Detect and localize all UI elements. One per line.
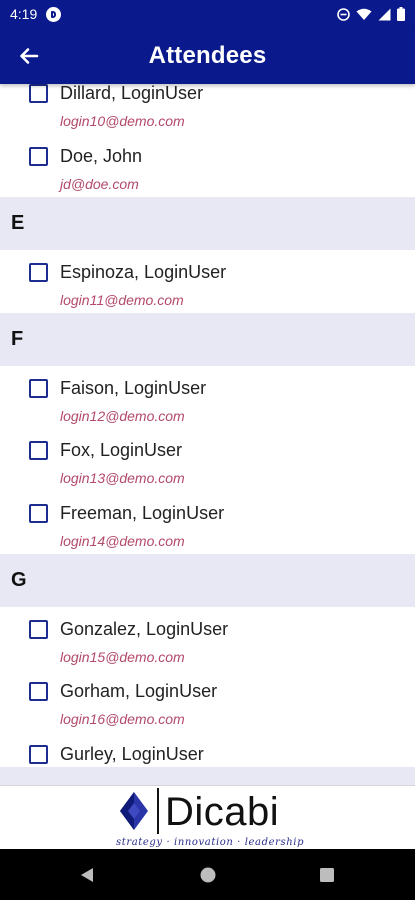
attendee-checkbox[interactable] (29, 84, 48, 103)
attendee-checkbox[interactable] (29, 620, 48, 639)
attendee-checkbox[interactable] (29, 441, 48, 460)
attendee-name: Dillard, LoginUser (60, 84, 204, 103)
attendee-checkbox[interactable] (29, 263, 48, 282)
section-header: F (0, 313, 415, 366)
attendee-email: login12@demo.com (60, 408, 185, 424)
system-nav-bar (0, 849, 415, 900)
section-header (0, 767, 415, 785)
attendee-checkbox[interactable] (29, 745, 48, 764)
attendee-name: Doe, John (60, 146, 143, 166)
attendee-name: Espinoza, LoginUser (60, 262, 227, 282)
attendee-row[interactable]: Gorham, LoginUser login16@demo.com (0, 681, 415, 742)
dicabi-logo-icon (120, 792, 148, 830)
attendee-row[interactable]: Fox, LoginUser login13@demo.com (0, 440, 415, 501)
attendee-list[interactable]: Dillard, LoginUser login10@demo.com Doe,… (0, 84, 415, 785)
attendee-email: jd@doe.com (60, 176, 139, 192)
attendee-checkbox[interactable] (29, 379, 48, 398)
back-button[interactable] (12, 39, 46, 73)
status-bar: 4:19 (0, 0, 415, 28)
attendee-name: Gurley, LoginUser (60, 744, 204, 764)
footer-banner: Dicabi strategy · innovation · leadershi… (0, 785, 415, 849)
signal-icon (378, 8, 391, 20)
attendee-email: login15@demo.com (60, 649, 185, 665)
back-arrow-icon (20, 48, 39, 64)
attendee-checkbox[interactable] (29, 147, 48, 166)
attendee-email: login13@demo.com (60, 470, 185, 486)
attendee-name: Gonzalez, LoginUser (60, 619, 229, 639)
attendee-name: Freeman, LoginUser (60, 503, 225, 523)
wifi-icon (356, 8, 372, 20)
logo-tagline: strategy · innovation · leadership (116, 837, 305, 848)
logo-divider (157, 788, 159, 834)
section-letter: F (11, 328, 24, 350)
logo-text: Dicabi (165, 790, 280, 834)
attendee-email: login16@demo.com (60, 711, 185, 727)
nav-recents-icon (320, 868, 334, 882)
section-letter: E (11, 212, 25, 234)
status-icons (337, 7, 405, 21)
nav-recents-button[interactable] (316, 864, 338, 886)
page-title: Attendees (148, 42, 267, 69)
attendee-row[interactable]: Faison, LoginUser login12@demo.com (0, 378, 415, 439)
section-letter: G (11, 569, 27, 591)
attendee-email: login14@demo.com (60, 533, 185, 549)
battery-icon (397, 7, 405, 21)
attendee-row[interactable]: Gonzalez, LoginUser login15@demo.com (0, 619, 415, 680)
nav-home-icon (200, 867, 216, 883)
app-notification-icon (46, 6, 62, 22)
app-bar: Attendees (0, 28, 415, 84)
attendee-name: Faison, LoginUser (60, 378, 207, 398)
attendee-name: Fox, LoginUser (60, 440, 183, 460)
attendee-email: login10@demo.com (60, 113, 185, 129)
nav-back-icon (81, 868, 93, 882)
attendee-name: Gorham, LoginUser (60, 681, 218, 701)
attendee-checkbox[interactable] (29, 504, 48, 523)
nav-back-button[interactable] (76, 864, 98, 886)
nav-home-button[interactable] (197, 864, 219, 886)
section-header: E (0, 197, 415, 250)
section-header: G (0, 554, 415, 607)
do-not-disturb-icon (337, 7, 350, 21)
attendee-checkbox[interactable] (29, 682, 48, 701)
attendee-email: login11@demo.com (60, 292, 184, 308)
status-time: 4:19 (10, 6, 38, 22)
attendee-row[interactable]: Dillard, LoginUser login10@demo.com (0, 84, 415, 144)
